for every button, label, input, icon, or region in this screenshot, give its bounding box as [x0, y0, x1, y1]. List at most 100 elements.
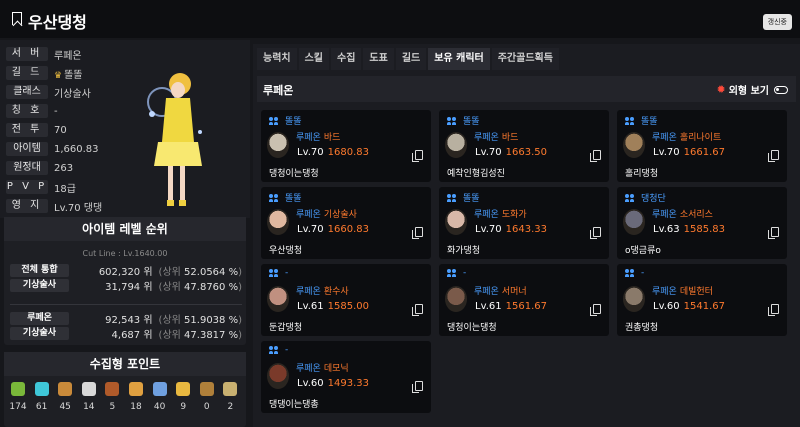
- refresh-status-button[interactable]: 갱신중: [762, 14, 792, 30]
- card-combat-level: Lv.70: [297, 147, 324, 158]
- card-server-class: 루페온 도화가: [474, 207, 527, 220]
- sun-icon: ✹: [716, 83, 726, 96]
- character-card[interactable]: 똘똘 루페온 바드 Lv.70 1680.83 댕청이는댕청: [261, 110, 431, 182]
- copy-icon[interactable]: [412, 304, 423, 316]
- guild-members-icon: [447, 116, 458, 125]
- profile-row: 영 지 Lv.70 댕댕: [6, 198, 102, 214]
- ranking-percentile: (상위 47.3817 %): [159, 326, 242, 341]
- card-character-name: 댕댕이는댕총: [269, 400, 319, 410]
- copy-icon[interactable]: [412, 150, 423, 162]
- card-guild-name: 댕청단: [641, 194, 666, 204]
- character-card[interactable]: - 루페온 데빌헌터 Lv.60 1541.67 권총댕청: [617, 264, 787, 336]
- character-portrait: [267, 209, 289, 235]
- card-combat-level: Lv.70: [653, 147, 680, 158]
- card-guild-name: -: [641, 268, 645, 278]
- characters-panel: 능력치 스킬 수집 도표 길드 보유 캐릭터 주간골드획득 루페온 ✹ 외형 보기 똘똘 루페…: [253, 44, 800, 427]
- copy-icon[interactable]: [412, 381, 423, 393]
- character-portrait: [267, 363, 289, 389]
- card-guild: 똘똘: [447, 114, 480, 127]
- copy-icon[interactable]: [768, 304, 779, 316]
- profile-value: 1,660.83: [54, 144, 99, 155]
- card-server: 루페온: [296, 287, 321, 297]
- card-guild: 똘똘: [625, 114, 658, 127]
- card-item-level: 1680.83: [327, 147, 369, 158]
- copy-icon[interactable]: [768, 150, 779, 162]
- character-card[interactable]: 똘똘루페온 도화가 Lv.70 1643.33 화가댕청: [439, 187, 609, 259]
- character-card[interactable]: 똘똘 루페온 기상술사 Lv.70 1660.83 우산댕청: [261, 187, 431, 259]
- profile-value-text[interactable]: 똘똘: [64, 70, 82, 81]
- ranking-percentile: (상위 51.9038 %): [159, 311, 242, 326]
- collection-item[interactable]: 174: [6, 382, 30, 412]
- card-server-class: 루페온 바드: [474, 130, 518, 143]
- copy-icon[interactable]: [590, 227, 601, 239]
- collection-item[interactable]: 61: [30, 382, 54, 412]
- tab-4[interactable]: 길드: [395, 48, 427, 70]
- card-class: 바드: [323, 133, 341, 143]
- character-card[interactable]: 똘똘 루페온 홀리나이트 Lv.70 1661.67 홀리댕청: [617, 110, 787, 182]
- page-header: 우산댕청 갱신중: [0, 0, 800, 38]
- character-card[interactable]: - 루페온 환수사 Lv.61 1585.00 둔갑댕청: [261, 264, 431, 336]
- collection-item[interactable]: 18: [124, 382, 148, 412]
- character-card[interactable]: 똘똘 루페온 바드 Lv.70 1663.50 예착인형김성진: [439, 110, 609, 182]
- card-class: 데빌헌터: [679, 287, 713, 297]
- copy-icon[interactable]: [412, 227, 423, 239]
- mokoko-seed-icon: [11, 382, 25, 396]
- card-character-name: 예착인형김성진: [447, 169, 505, 179]
- server-section-bar: 루페온 ✹ 외형 보기: [257, 76, 796, 102]
- copy-icon[interactable]: [590, 304, 601, 316]
- bookmark-icon[interactable]: [12, 12, 22, 25]
- tab-3[interactable]: 도표: [363, 48, 394, 70]
- character-portrait: [623, 209, 645, 235]
- profile-value: ♛ 똘똘: [54, 66, 82, 81]
- card-guild-name: 똘똘: [463, 194, 480, 204]
- collection-item[interactable]: 45: [53, 382, 77, 412]
- tab-1[interactable]: 스킬: [298, 48, 330, 70]
- card-item-level: 1541.67: [683, 301, 725, 312]
- toggle-switch-icon[interactable]: [774, 85, 788, 94]
- profile-row: 클래스 기상술사: [6, 84, 91, 100]
- character-card[interactable]: 댕청단 루페온 소서리스 Lv.63 1585.83 o댕금류o: [617, 187, 787, 259]
- card-server: 루페온: [296, 210, 321, 220]
- guild-members-icon: [269, 193, 280, 202]
- ranking-position: 602,320 위: [98, 266, 153, 278]
- collection-item[interactable]: 2: [218, 382, 242, 412]
- card-combat-level: Lv.63: [653, 224, 680, 235]
- copy-icon[interactable]: [768, 227, 779, 239]
- character-card[interactable]: - 루페온 서머너 Lv.61 1561.67 댕청이는댕청: [439, 264, 609, 336]
- card-guild-name: 똘똘: [285, 194, 302, 204]
- collection-item[interactable]: 0: [195, 382, 219, 412]
- card-character-name: 우산댕청: [269, 246, 303, 256]
- profile-row: 전 투 70: [6, 122, 67, 138]
- ranking-percentile: (상위 47.8760 %): [159, 278, 242, 293]
- appearance-toggle[interactable]: ✹ 외형 보기: [716, 82, 788, 97]
- card-character-name: 댕청이는댕청: [447, 323, 497, 333]
- great-art-icon: [58, 382, 73, 396]
- profile-row: P V P 18급: [6, 179, 76, 195]
- profile-value: 263: [54, 163, 73, 174]
- collection-item[interactable]: 14: [77, 382, 101, 412]
- collection-item[interactable]: 40: [148, 382, 172, 412]
- card-character-name: 화가댕청: [447, 246, 481, 256]
- card-combat-level: Lv.60: [653, 301, 680, 312]
- card-item-level: 1643.33: [505, 224, 547, 235]
- profile-value: 18급: [54, 180, 76, 195]
- copy-icon[interactable]: [590, 150, 601, 162]
- collection-item[interactable]: 5: [100, 382, 124, 412]
- tab-6[interactable]: 주간골드획득: [491, 48, 559, 70]
- ranking-position: 92,543 위: [105, 314, 153, 326]
- card-server-class: 루페온 바드: [296, 130, 340, 143]
- collection-title: 수집형 포인트: [4, 352, 246, 376]
- tab-5[interactable]: 보유 캐릭터: [428, 48, 490, 70]
- island-heart-icon: [34, 382, 49, 396]
- profile-value-text: 루페온: [54, 50, 82, 62]
- profile-label: 칭 호: [6, 104, 48, 118]
- collection-item[interactable]: 9: [171, 382, 195, 412]
- card-guild-name: 똘똘: [463, 117, 480, 127]
- card-combat-level: Lv.70: [475, 224, 502, 235]
- card-character-name: 댕청이는댕청: [269, 169, 319, 179]
- percentile-prefix: (상위: [158, 314, 181, 326]
- tab-2[interactable]: 수집: [331, 48, 362, 70]
- percentile-value: 52.0564 %: [184, 266, 239, 278]
- character-card[interactable]: - 루페온 데모닉 Lv.60 1493.33 댕댕이는댕총: [261, 341, 431, 413]
- tab-0[interactable]: 능력치: [257, 48, 297, 70]
